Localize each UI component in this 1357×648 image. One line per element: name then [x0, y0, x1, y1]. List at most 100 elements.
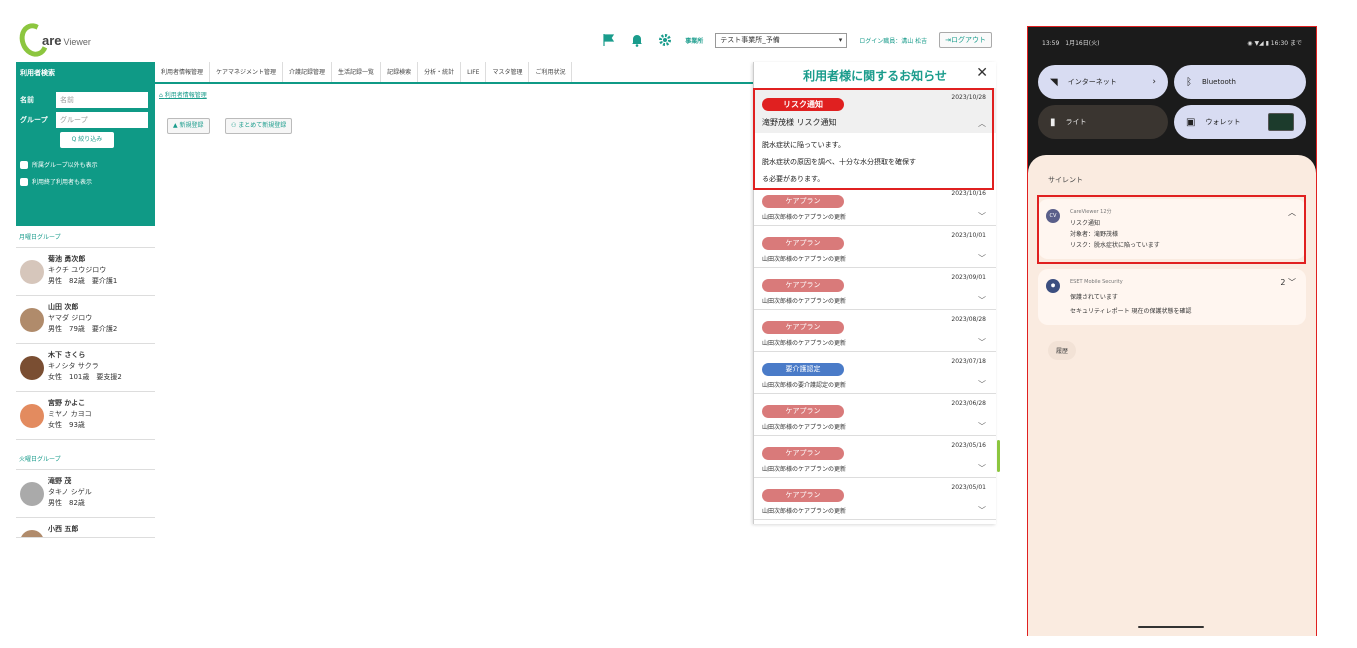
checkbox-label: 利用終了利用者も表示: [32, 179, 93, 186]
user-info: 男性 79歳 要介護2: [48, 325, 118, 333]
group-input[interactable]: グループ: [56, 112, 148, 128]
expand-icon[interactable]: 2 ﹀: [1280, 277, 1296, 288]
tile-wallet[interactable]: ▣ ウォレット: [1174, 105, 1306, 139]
checkbox-label: 所属グループ以外も表示: [32, 162, 98, 169]
name-label: 名前: [20, 96, 34, 104]
notices-title: 利用者様に関するお知らせ ✕: [803, 65, 988, 83]
avatar: [20, 404, 44, 428]
user-kana: キクチ ユウジロウ: [48, 266, 107, 274]
office-select[interactable]: テスト事業所_予備 ▾: [715, 32, 848, 48]
user-kana: ヤマダ ジロウ: [48, 314, 93, 322]
tab-usage[interactable]: ご利用状況: [529, 62, 573, 82]
notification-line: セキュリティレポート 現在の保護状態を確認: [1070, 308, 1192, 315]
notice-date: 2023/06/28: [951, 400, 986, 407]
bell-icon[interactable]: [629, 32, 645, 48]
tab-analysis[interactable]: 分析・統計: [418, 62, 462, 82]
login-staff: ログイン職員：溝山 松吉: [859, 37, 928, 45]
wifi-icon: ◥: [1050, 76, 1058, 88]
logout-button[interactable]: ⇥ログアウト: [939, 32, 992, 48]
notification-line: 保護されています: [1070, 294, 1118, 301]
chevron-down-icon[interactable]: ﹀: [978, 253, 986, 264]
user-list-item[interactable]: 山田 次郎 ヤマダ ジロウ 男性 79歳 要介護2: [16, 296, 155, 344]
tab-record-search[interactable]: 記録検索: [381, 62, 419, 82]
notice-item[interactable]: ケアプラン 2023/08/28 山田次郎様のケアプランの更新 ﹀: [754, 310, 996, 352]
user-list-item[interactable]: 菊池 勇次郎 キクチ ユウジロウ 男性 82歳 要介護1: [16, 248, 155, 296]
chevron-down-icon[interactable]: ﹀: [978, 211, 986, 222]
name-input[interactable]: 名前: [56, 92, 148, 108]
chevron-down-icon[interactable]: ﹀: [978, 295, 986, 306]
silent-section-label: サイレント: [1048, 176, 1083, 184]
breadcrumb[interactable]: ⌂ 利用者情報管理: [159, 90, 207, 99]
tile-internet[interactable]: ◥ インターネット ›: [1038, 65, 1168, 99]
notice-text: 山田次郎様のケアプランの更新: [762, 424, 847, 431]
tile-bluetooth[interactable]: ᛒ Bluetooth: [1174, 65, 1306, 99]
status-bar: 13:59 1月16日(火) ◉ ▼◢ ▮ 16:30 まで: [1028, 27, 1316, 57]
chevron-down-icon[interactable]: ﹀: [978, 463, 986, 474]
flashlight-icon: ▮: [1050, 116, 1056, 128]
filter-button[interactable]: Q 絞り込み: [60, 132, 114, 148]
careviewer-web-app: are Viewer 事業所 テスト事業所_予備 ▾ ログイン職員：溝山 松吉 ⇥…: [15, 19, 1000, 538]
logo-text: are Viewer: [42, 32, 91, 48]
notice-badge: ケアプラン: [762, 447, 844, 460]
careviewer-logo[interactable]: are Viewer: [15, 19, 91, 61]
avatar: [20, 260, 44, 284]
notice-item[interactable]: ケアプラン 2023/09/01 山田次郎様のケアプランの更新 ﹀: [754, 268, 996, 310]
notice-item[interactable]: ケアプラン 2023/05/16 山田次郎様のケアプランの更新 ﹀: [754, 436, 996, 478]
notice-item[interactable]: ケアプラン 2023/10/16 山田次郎様のケアプランの更新 ﹀: [754, 184, 996, 226]
notice-text: 山田次郎様のケアプランの更新: [762, 508, 847, 515]
logo-c-mark: [15, 19, 53, 61]
notification-app: ESET Mobile Security: [1070, 279, 1123, 285]
notice-badge: ケアプラン: [762, 195, 844, 208]
tab-life[interactable]: LIFE: [461, 62, 487, 82]
user-list-item[interactable]: 木下 さくら キノシタ サクラ 女性 101歳 要支援2: [16, 344, 155, 392]
chevron-down-icon[interactable]: ﹀: [978, 421, 986, 432]
user-list-item[interactable]: 滝野 茂 タキノ シゲル 男性 82歳: [16, 470, 155, 518]
notice-text: 山田次郎様のケアプランの更新: [762, 298, 847, 305]
user-kana: タキノ シゲル: [48, 488, 92, 496]
tab-user-info[interactable]: 利用者情報管理: [155, 62, 211, 82]
chevron-down-icon[interactable]: ﹀: [978, 379, 986, 390]
avatar: [20, 530, 44, 537]
tab-master[interactable]: マスタ管理: [486, 62, 530, 82]
android-phone-screen: 13:59 1月16日(火) ◉ ▼◢ ▮ 16:30 まで ◥ インターネット…: [1027, 26, 1317, 636]
user-kana: キノシタ サクラ: [48, 362, 99, 370]
notice-item[interactable]: 要介護認定 2023/07/18 山田次郎様の要介護認定の更新 ﹀: [754, 352, 996, 394]
user-list-item[interactable]: 宮野 かよこ ミヤノ カヨコ 女性 93歳: [16, 392, 155, 440]
shield-icon: ⬢: [1046, 279, 1060, 293]
tab-care-records[interactable]: 介護記録管理: [283, 62, 333, 82]
show-other-groups-checkbox[interactable]: 所属グループ以外も表示: [20, 160, 151, 169]
gesture-bar[interactable]: [1138, 626, 1204, 628]
notice-item[interactable]: ケアプラン 2023/06/28 山田次郎様のケアプランの更新 ﹀: [754, 394, 996, 436]
bulk-register-button[interactable]: ⚇ まとめて新規登録: [225, 118, 293, 134]
flag-icon[interactable]: [601, 32, 617, 48]
user-kana: ミヤノ カヨコ: [48, 410, 92, 418]
new-register-button[interactable]: ▲ 新規登録: [167, 118, 210, 134]
history-button[interactable]: 履歴: [1048, 341, 1077, 360]
sidebar-search-panel: 名前 名前 グループ グループ Q 絞り込み 所属グループ以外も表示 利用終了利…: [16, 84, 155, 226]
gear-icon[interactable]: [657, 32, 673, 48]
user-search-sidebar: 利用者検索 名前 名前 グループ グループ Q 絞り込み 所属グループ以外も表示…: [16, 62, 155, 538]
chevron-down-icon[interactable]: ﹀: [978, 337, 986, 348]
notice-badge: ケアプラン: [762, 279, 844, 292]
notice-text: 山田次郎様のケアプランの更新: [762, 256, 847, 263]
tile-flashlight[interactable]: ▮ ライト: [1038, 105, 1168, 139]
scrollbar[interactable]: [997, 440, 1000, 472]
top-bar: 事業所 テスト事業所_予備 ▾ ログイン職員：溝山 松吉 ⇥ログアウト: [601, 32, 992, 48]
close-icon[interactable]: ✕: [976, 65, 988, 81]
show-ended-users-checkbox[interactable]: 利用終了利用者も表示: [20, 177, 151, 186]
user-list-item[interactable]: 小西 五郎: [16, 518, 155, 538]
tab-life-records[interactable]: 生活記録一覧: [332, 62, 382, 82]
tab-care-management[interactable]: ケアマネジメント管理: [210, 62, 284, 82]
chevron-down-icon[interactable]: ﹀: [978, 505, 986, 516]
notice-date: 2023/07/18: [951, 358, 986, 365]
notice-date: 2023/05/16: [951, 442, 986, 449]
notice-badge: ケアプラン: [762, 405, 844, 418]
notice-item[interactable]: ケアプラン 2023/10/01 山田次郎様のケアプランの更新 ﹀: [754, 226, 996, 268]
user-name: 山田 次郎: [48, 303, 79, 311]
highlight-box: [1037, 195, 1306, 264]
status-time: 13:59 1月16日(火): [1042, 39, 1100, 47]
notice-date: 2023/08/28: [951, 316, 986, 323]
notice-item[interactable]: ケアプラン 2023/05/01 山田次郎様のケアプランの更新 ﹀: [754, 478, 996, 520]
eset-notification[interactable]: ⬢ ESET Mobile Security 保護されています セキュリティレポ…: [1038, 269, 1306, 325]
user-info: 男性 82歳: [48, 499, 85, 507]
